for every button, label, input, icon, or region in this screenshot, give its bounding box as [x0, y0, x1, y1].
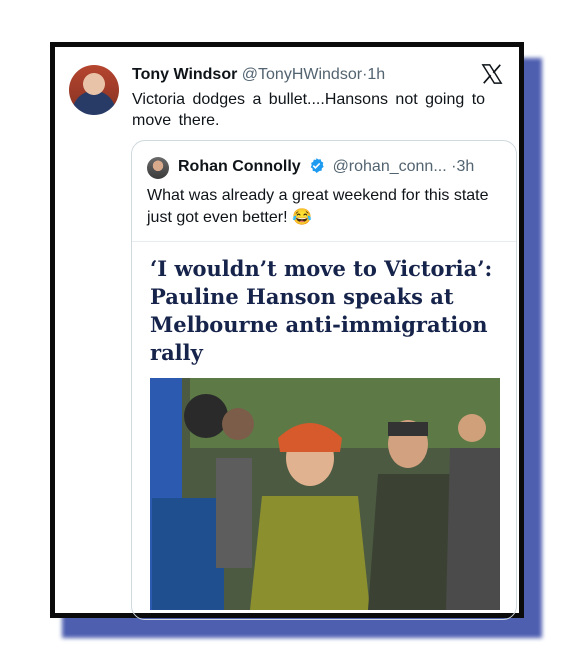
- verified-badge-icon: [310, 158, 324, 173]
- tweet-card[interactable]: Tony Windsor @TonyHWindsor·1h Victoria d…: [50, 42, 524, 620]
- quoted-avatar[interactable]: [147, 157, 169, 179]
- tweet-time[interactable]: 1h: [367, 66, 385, 83]
- author-name[interactable]: Tony Windsor: [132, 66, 237, 83]
- quoted-tweet[interactable]: Rohan Connolly @rohan_conn... ·3h What w…: [131, 140, 517, 620]
- x-logo-icon: [481, 64, 503, 84]
- article-headline[interactable]: ‘I wouldn’t move to Victoria’: Pauline H…: [150, 255, 500, 367]
- tweet-text: Victoria dodges a bullet....Hansons not …: [132, 91, 486, 129]
- quoted-text: What was already a great weekend for thi…: [147, 187, 489, 226]
- author-handle[interactable]: @TonyHWindsor: [242, 66, 362, 83]
- quoted-time[interactable]: 3h: [456, 158, 474, 175]
- quoted-author-handle[interactable]: @rohan_conn...: [333, 158, 447, 175]
- article-photo[interactable]: [150, 378, 500, 610]
- avatar[interactable]: [69, 65, 119, 115]
- divider: [132, 241, 516, 242]
- quoted-header: Rohan Connolly @rohan_conn... ·3h: [178, 157, 474, 176]
- quoted-author-name[interactable]: Rohan Connolly: [178, 158, 301, 175]
- tweet-header: Tony Windsor @TonyHWindsor·1h: [132, 66, 385, 84]
